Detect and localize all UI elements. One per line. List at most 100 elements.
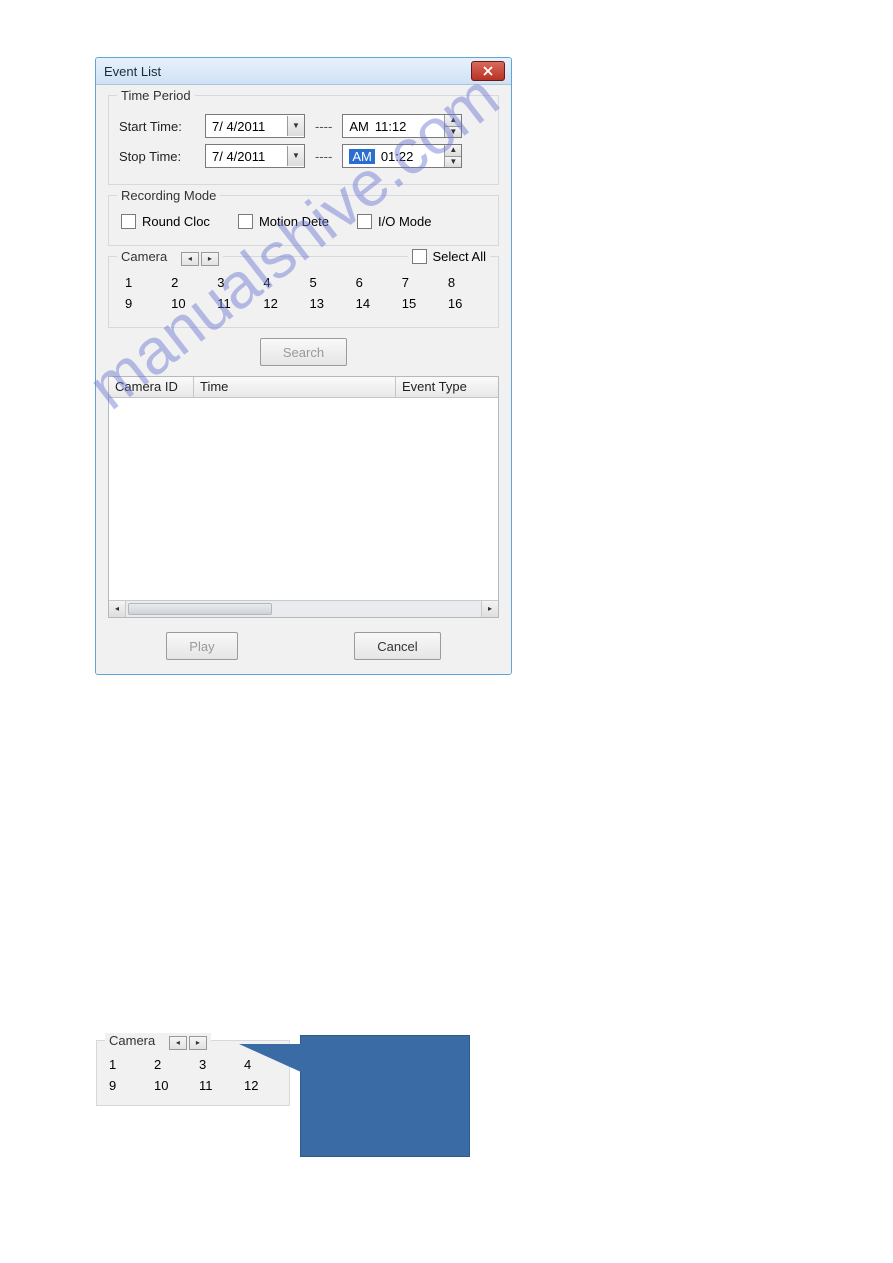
search-button[interactable]: Search (260, 338, 347, 366)
camera-checkbox-10[interactable]: 10 (167, 296, 209, 311)
cancel-button[interactable]: Cancel (354, 632, 440, 660)
camera-crop-legend-text: Camera (109, 1033, 155, 1048)
camera-checkbox-14[interactable]: 14 (352, 296, 394, 311)
camera-number: 3 (199, 1057, 206, 1072)
camera-number: 7 (402, 275, 409, 290)
scroll-track[interactable] (126, 601, 481, 617)
camera-checkbox-9[interactable]: 9 (121, 296, 163, 311)
camera-prev-button[interactable]: ◂ (181, 252, 199, 266)
checkbox-icon (412, 249, 427, 264)
camera-number: 15 (402, 296, 416, 311)
camera-page-nav: ◂ ▸ (181, 252, 219, 266)
listview-header: Camera ID Time Event Type (109, 377, 498, 398)
camera-checkbox-13[interactable]: 13 (306, 296, 348, 311)
io-mode-checkbox[interactable]: I/O Mode (357, 214, 431, 229)
camera-legend-text: Camera (121, 249, 167, 264)
dropdown-icon: ▼ (287, 146, 304, 166)
checkbox-icon (238, 214, 253, 229)
camera-checkbox-3[interactable]: 3 (213, 275, 255, 290)
camera-number: 11 (199, 1078, 213, 1093)
camera-checkbox-16[interactable]: 16 (444, 296, 486, 311)
time-period-legend: Time Period (117, 88, 195, 103)
round-clock-checkbox[interactable]: Round Cloc (121, 214, 210, 229)
camera-checkbox-12[interactable]: 12 (240, 1078, 281, 1093)
camera-legend: Camera ◂ ▸ (117, 249, 223, 266)
stop-date-value: 7/ 4/2011 (212, 149, 265, 164)
camera-checkbox-1[interactable]: 1 (105, 1057, 146, 1072)
camera-checkbox-2[interactable]: 2 (150, 1057, 191, 1072)
separator: ---- (315, 149, 332, 164)
col-event-type[interactable]: Event Type (396, 377, 498, 397)
close-button[interactable] (471, 61, 505, 81)
scroll-right-icon[interactable]: ▸ (481, 601, 498, 617)
spin-buttons[interactable]: ▲ ▼ (444, 115, 461, 137)
start-time-row: Start Time: 7/ 4/2011 ▼ ---- AM 11:12 ▲ … (119, 114, 488, 138)
camera-number: 12 (244, 1078, 258, 1093)
camera-checkbox-9[interactable]: 9 (105, 1078, 146, 1093)
recording-mode-legend: Recording Mode (117, 188, 220, 203)
col-camera-id[interactable]: Camera ID (109, 377, 194, 397)
camera-number: 10 (154, 1078, 168, 1093)
camera-checkbox-11[interactable]: 11 (213, 296, 255, 311)
select-all-label: Select All (433, 249, 486, 264)
camera-next-button[interactable]: ▸ (189, 1036, 207, 1050)
search-row: Search (108, 338, 499, 366)
start-ampm: AM (349, 119, 369, 134)
start-time-value: 11:12 (375, 119, 407, 134)
camera-checkbox-11[interactable]: 11 (195, 1078, 236, 1093)
camera-checkbox-6[interactable]: 6 (352, 275, 394, 290)
play-button[interactable]: Play (166, 632, 237, 660)
spin-up-icon[interactable]: ▲ (445, 145, 461, 157)
camera-number: 13 (310, 296, 324, 311)
camera-next-button[interactable]: ▸ (201, 252, 219, 266)
dialog-title: Event List (104, 64, 161, 79)
motion-detect-label: Motion Dete (259, 214, 329, 229)
scroll-left-icon[interactable]: ◂ (109, 601, 126, 617)
motion-detect-checkbox[interactable]: Motion Dete (238, 214, 329, 229)
camera-checkbox-8[interactable]: 8 (444, 275, 486, 290)
start-date-value: 7/ 4/2011 (212, 119, 265, 134)
event-list-dialog: Event List Time Period Start Time: 7/ 4/… (95, 57, 512, 675)
select-all-wrap: Select All (408, 249, 490, 264)
camera-group: Camera ◂ ▸ Select All 123456789101112131… (108, 256, 499, 328)
camera-prev-button[interactable]: ◂ (169, 1036, 187, 1050)
spin-up-icon[interactable]: ▲ (445, 115, 461, 127)
camera-checkbox-10[interactable]: 10 (150, 1078, 191, 1093)
camera-checkbox-2[interactable]: 2 (167, 275, 209, 290)
spin-down-icon[interactable]: ▼ (445, 127, 461, 138)
stop-time-spinner[interactable]: AM 01:22 ▲ ▼ (342, 144, 462, 168)
camera-number: 14 (356, 296, 370, 311)
camera-checkbox-7[interactable]: 7 (398, 275, 440, 290)
camera-checkbox-12[interactable]: 12 (259, 296, 301, 311)
spin-down-icon[interactable]: ▼ (445, 157, 461, 168)
spin-buttons[interactable]: ▲ ▼ (444, 145, 461, 167)
camera-number: 9 (125, 296, 132, 311)
start-date-picker[interactable]: 7/ 4/2011 ▼ (205, 114, 305, 138)
checkbox-icon (121, 214, 136, 229)
select-all-checkbox[interactable]: Select All (412, 249, 486, 264)
camera-checkbox-3[interactable]: 3 (195, 1057, 236, 1072)
scroll-thumb[interactable] (128, 603, 272, 615)
action-row: Play Cancel (108, 632, 499, 660)
camera-crop-legend: Camera ◂ ▸ (105, 1033, 211, 1050)
event-listview[interactable]: Camera ID Time Event Type ◂ ▸ (108, 376, 499, 618)
camera-checkbox-5[interactable]: 5 (306, 275, 348, 290)
col-time[interactable]: Time (194, 377, 396, 397)
camera-checkbox-15[interactable]: 15 (398, 296, 440, 311)
time-period-group: Time Period Start Time: 7/ 4/2011 ▼ ----… (108, 95, 499, 185)
stop-time-label: Stop Time: (119, 149, 195, 164)
camera-number: 10 (171, 296, 185, 311)
camera-number: 11 (217, 296, 231, 311)
titlebar: Event List (96, 58, 511, 85)
stop-time-row: Stop Time: 7/ 4/2011 ▼ ---- AM 01:22 ▲ ▼ (119, 144, 488, 168)
camera-number: 3 (217, 275, 224, 290)
horizontal-scrollbar[interactable]: ◂ ▸ (109, 600, 498, 617)
camera-checkbox-4[interactable]: 4 (259, 275, 301, 290)
callout-box (300, 1035, 470, 1157)
separator: ---- (315, 119, 332, 134)
close-icon (483, 66, 493, 76)
camera-number: 4 (263, 275, 270, 290)
camera-checkbox-1[interactable]: 1 (121, 275, 163, 290)
start-time-spinner[interactable]: AM 11:12 ▲ ▼ (342, 114, 462, 138)
stop-date-picker[interactable]: 7/ 4/2011 ▼ (205, 144, 305, 168)
